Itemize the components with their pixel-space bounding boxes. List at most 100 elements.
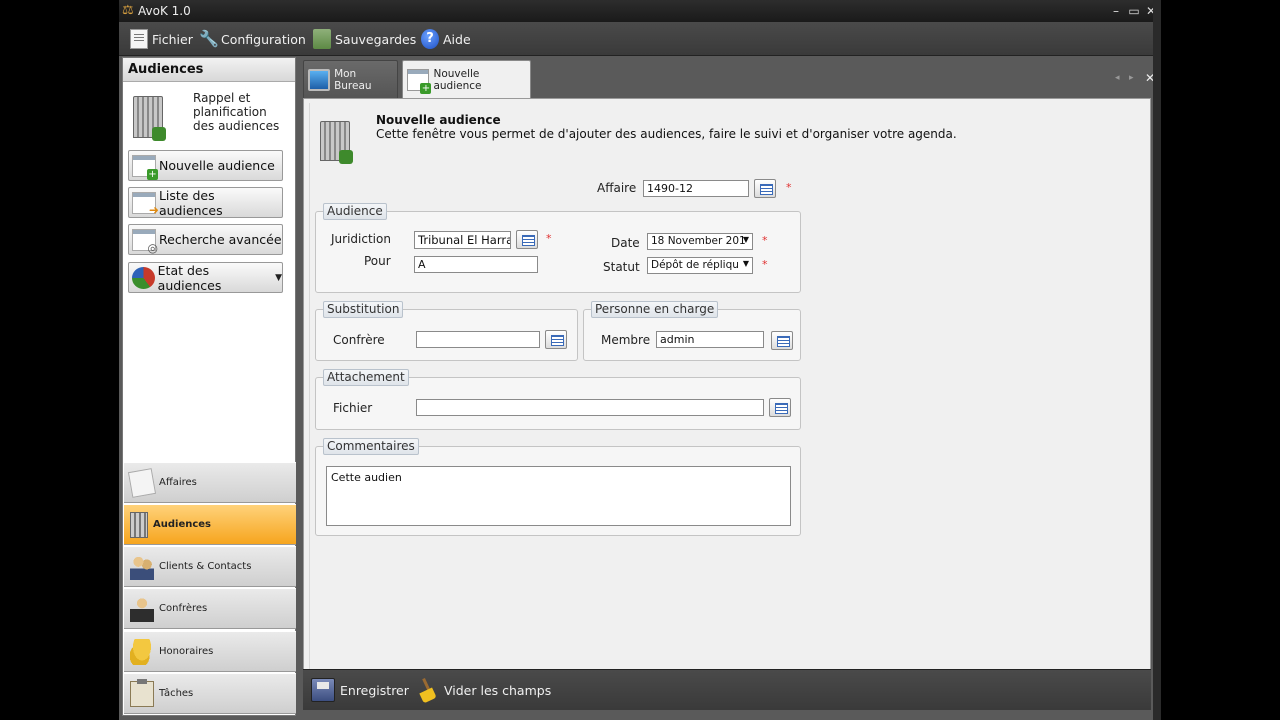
- clear-label: Vider les champs: [444, 682, 552, 698]
- menu-configuration[interactable]: 🔧 Configuration: [199, 28, 306, 50]
- date-label: Date: [611, 236, 640, 250]
- app-window: ⚖ AvoK 1.0 – ▭ ✕ Fichier 🔧 Configuration…: [119, 0, 1161, 720]
- maximize-icon[interactable]: ▭: [1127, 3, 1141, 19]
- title-bar: ⚖ AvoK 1.0 – ▭ ✕: [119, 0, 1161, 22]
- help-icon: ?: [421, 29, 439, 49]
- save-button[interactable]: Enregistrer: [311, 675, 409, 705]
- liste-audiences-button[interactable]: Liste des audiences: [128, 187, 283, 218]
- juridiction-picker-button[interactable]: [516, 230, 538, 249]
- required-mark: *: [786, 181, 792, 194]
- membre-field[interactable]: admin: [656, 331, 764, 348]
- confrere-picker-button[interactable]: [545, 330, 567, 349]
- required-mark: *: [762, 258, 768, 271]
- affaire-field[interactable]: 1490-12: [643, 180, 749, 197]
- nouvelle-audience-button[interactable]: Nouvelle audience: [128, 150, 283, 181]
- membre-picker-button[interactable]: [771, 331, 793, 350]
- coins-icon: [130, 638, 154, 665]
- menu-sauvegardes[interactable]: Sauvegardes: [313, 28, 416, 50]
- pie-chart-icon: [132, 266, 155, 289]
- bottom-toolbar: Enregistrer Vider les champs: [303, 669, 1151, 710]
- audience-icon: [130, 511, 148, 538]
- form-description: Cette fenêtre vous permet de d'ajouter d…: [376, 127, 957, 141]
- recherche-avancee-button[interactable]: Recherche avancée: [128, 224, 283, 255]
- confrere-field[interactable]: [416, 331, 540, 348]
- tab-nouvelle-audience-label: Nouvelle audience: [433, 67, 482, 92]
- left-panel: Audiences Rappel et planification des au…: [122, 57, 296, 716]
- statut-value: Dépôt de répliqu: [651, 259, 739, 271]
- fichier-picker-button[interactable]: [769, 398, 791, 417]
- new-audience-icon: [132, 154, 158, 180]
- menu-aide[interactable]: ? Aide: [421, 28, 471, 50]
- form-panel: Nouvelle audience Cette fenêtre vous per…: [303, 98, 1151, 670]
- save-label: Enregistrer: [340, 682, 409, 698]
- courthouse-header-icon: [320, 121, 353, 164]
- nav-confreres-label: Confrères: [159, 603, 208, 614]
- list-icon: [132, 191, 159, 217]
- backup-icon: [313, 29, 331, 49]
- courthouse-icon: [133, 96, 166, 141]
- fichier-field[interactable]: [416, 399, 764, 416]
- folder-icon: [127, 467, 157, 498]
- affaire-picker-button[interactable]: [754, 179, 776, 198]
- substitution-group: Substitution Confrère: [315, 301, 578, 361]
- tab-scroll-right-icon[interactable]: ▸: [1129, 73, 1134, 83]
- floppy-disk-icon: [311, 678, 335, 702]
- nav-clients-contacts[interactable]: Clients & Contacts: [124, 546, 296, 587]
- wrench-icon: 🔧: [199, 29, 219, 48]
- panel-intro-text: Rappel et planification des audiences: [193, 91, 280, 133]
- required-mark: *: [762, 234, 768, 247]
- tab-mon-bureau[interactable]: Mon Bureau: [303, 60, 398, 98]
- juridiction-field[interactable]: Tribunal El Harra: [414, 231, 511, 249]
- nav-confreres[interactable]: Confrères: [124, 588, 296, 629]
- tab-scroll-left-icon[interactable]: ◂: [1115, 73, 1120, 83]
- etat-audiences-label: Etat des audiences: [157, 262, 222, 293]
- menu-configuration-label: Configuration: [221, 31, 306, 47]
- nav-taches[interactable]: Tâches: [124, 673, 296, 714]
- date-value: 18 November 201: [651, 235, 746, 247]
- audience-group-title: Audience: [323, 203, 387, 220]
- nouvelle-audience-label: Nouvelle audience: [159, 158, 275, 173]
- liste-audiences-label: Liste des audiences: [158, 187, 223, 218]
- statut-select[interactable]: Dépôt de répliqu ▼: [647, 257, 753, 274]
- clipboard-icon: [130, 678, 154, 707]
- window-title: AvoK 1.0: [138, 4, 191, 18]
- scales-logo-icon: ⚖: [122, 3, 134, 18]
- statut-label: Statut: [603, 260, 640, 274]
- date-picker[interactable]: 18 November 201 ▼: [647, 233, 753, 250]
- personne-group-title: Personne en charge: [591, 301, 719, 318]
- pour-field[interactable]: A: [414, 256, 538, 273]
- etat-audiences-button[interactable]: Etat des audiences ▼: [128, 262, 283, 293]
- new-audience-icon: [407, 68, 432, 94]
- chevron-down-icon: ▼: [275, 272, 282, 283]
- tab-nouvelle-audience[interactable]: Nouvelle audience: [402, 60, 531, 98]
- required-mark: *: [546, 232, 552, 245]
- juridiction-label: Juridiction: [331, 232, 391, 246]
- menu-aide-label: Aide: [443, 31, 471, 47]
- menu-fichier-label: Fichier: [152, 31, 193, 47]
- chevron-down-icon: ▼: [742, 259, 749, 268]
- form-title: Nouvelle audience: [376, 113, 501, 127]
- broom-icon: [415, 678, 439, 702]
- document-icon: [130, 29, 148, 49]
- personne-group: Personne en charge Membre admin: [583, 301, 801, 361]
- nav-audiences[interactable]: Audiences: [124, 504, 296, 545]
- minimize-icon[interactable]: –: [1109, 3, 1123, 19]
- commentaires-group-title: Commentaires: [323, 438, 419, 455]
- fichier-label: Fichier: [333, 401, 373, 415]
- clear-fields-button[interactable]: Vider les champs: [415, 675, 551, 705]
- nav-affaires[interactable]: Affaires: [124, 462, 296, 503]
- menu-sauvegardes-label: Sauvegardes: [335, 31, 417, 47]
- tab-bar: Mon Bureau Nouvelle audience ◂ ▸ ✕: [300, 57, 1158, 98]
- attachement-group-title: Attachement: [323, 369, 409, 386]
- tab-mon-bureau-label: Mon Bureau: [334, 67, 372, 92]
- audience-group: Audience Juridiction Tribunal El Harra *…: [315, 203, 801, 293]
- membre-label: Membre: [601, 333, 651, 347]
- nav-honoraires[interactable]: Honoraires: [124, 631, 296, 672]
- search-icon: [132, 228, 158, 255]
- confrere-label: Confrère: [333, 333, 385, 347]
- window-edge: [1153, 0, 1161, 720]
- menu-fichier[interactable]: Fichier: [130, 28, 193, 50]
- nav-honoraires-label: Honoraires: [159, 646, 214, 657]
- affaire-label: Affaire: [597, 181, 637, 195]
- commentaires-textarea[interactable]: Cette audien: [326, 466, 791, 526]
